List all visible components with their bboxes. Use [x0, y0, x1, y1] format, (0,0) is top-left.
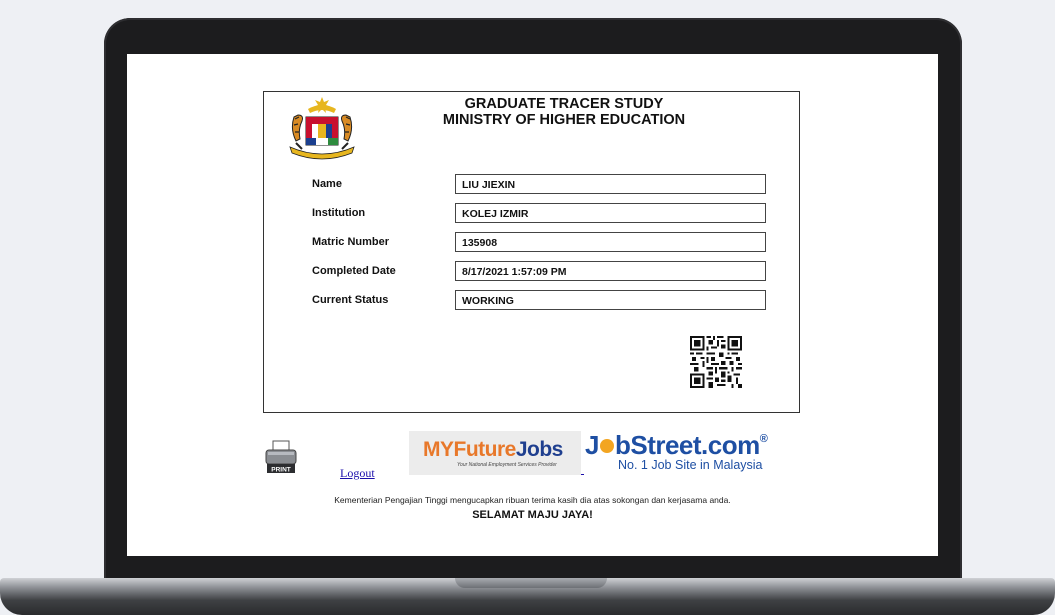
field-value-matric-number: 135908 [455, 232, 766, 252]
registered-mark: ® [759, 433, 768, 445]
tracer-certificate: GRADUATE TRACER STUDY MINISTRY OF HIGHER… [263, 91, 800, 413]
myfuturejobs-wordmark: MYFutureJobs [423, 438, 563, 462]
print-label: PRINT [271, 467, 291, 474]
jobstreet-j: J [585, 430, 599, 460]
myfuturejobs-logo-link[interactable]: MYFutureJobs Your National Employment Se… [409, 431, 581, 475]
link-underline [581, 474, 584, 475]
jobstreet-rest: bStreet.com [614, 430, 760, 460]
title-line-2: MINISTRY OF HIGHER EDUCATION [442, 112, 686, 128]
screen: GRADUATE TRACER STUDY MINISTRY OF HIGHER… [127, 54, 938, 556]
field-value-current-status: WORKING [455, 290, 766, 310]
field-label: Completed Date [312, 265, 396, 277]
myfuturejobs-tagline: Your National Employment Services Provid… [457, 462, 557, 468]
field-label: Matric Number [312, 236, 390, 248]
thank-you-message: Kementerian Pengajian Tinggi mengucapkan… [334, 495, 731, 505]
field-label: Name [312, 178, 342, 190]
jobstreet-tagline: No. 1 Job Site in Malaysia [618, 458, 763, 472]
myfuturejobs-jobs: Jobs [515, 438, 564, 461]
printer-icon[interactable]: PRINT [264, 440, 298, 474]
malaysia-coat-of-arms-icon [289, 97, 355, 160]
field-value-institution: KOLEJ IZMIR [455, 203, 766, 223]
field-value-name: LIU JIEXIN [455, 174, 766, 194]
qr-code-icon [690, 336, 742, 388]
myfuturejobs-my: MYFuture [423, 438, 516, 461]
jobstreet-wordmark: JbStreet.com® [585, 430, 768, 461]
laptop-base [0, 578, 1055, 615]
laptop-notch [455, 578, 607, 588]
field-label: Institution [312, 207, 366, 219]
certificate-title: GRADUATE TRACER STUDY MINISTRY OF HIGHER… [414, 96, 714, 128]
jobstreet-dot-icon [599, 439, 614, 453]
slogan: SELAMAT MAJU JAYA! [472, 509, 593, 521]
field-label: Current Status [312, 294, 389, 306]
field-value-completed-date: 8/17/2021 1:57:09 PM [455, 261, 766, 281]
logout-link[interactable]: Logout [340, 466, 375, 481]
title-line-1: GRADUATE TRACER STUDY [464, 96, 664, 112]
jobstreet-logo-link[interactable]: JbStreet.com® No. 1 Job Site in Malaysia [585, 430, 768, 478]
